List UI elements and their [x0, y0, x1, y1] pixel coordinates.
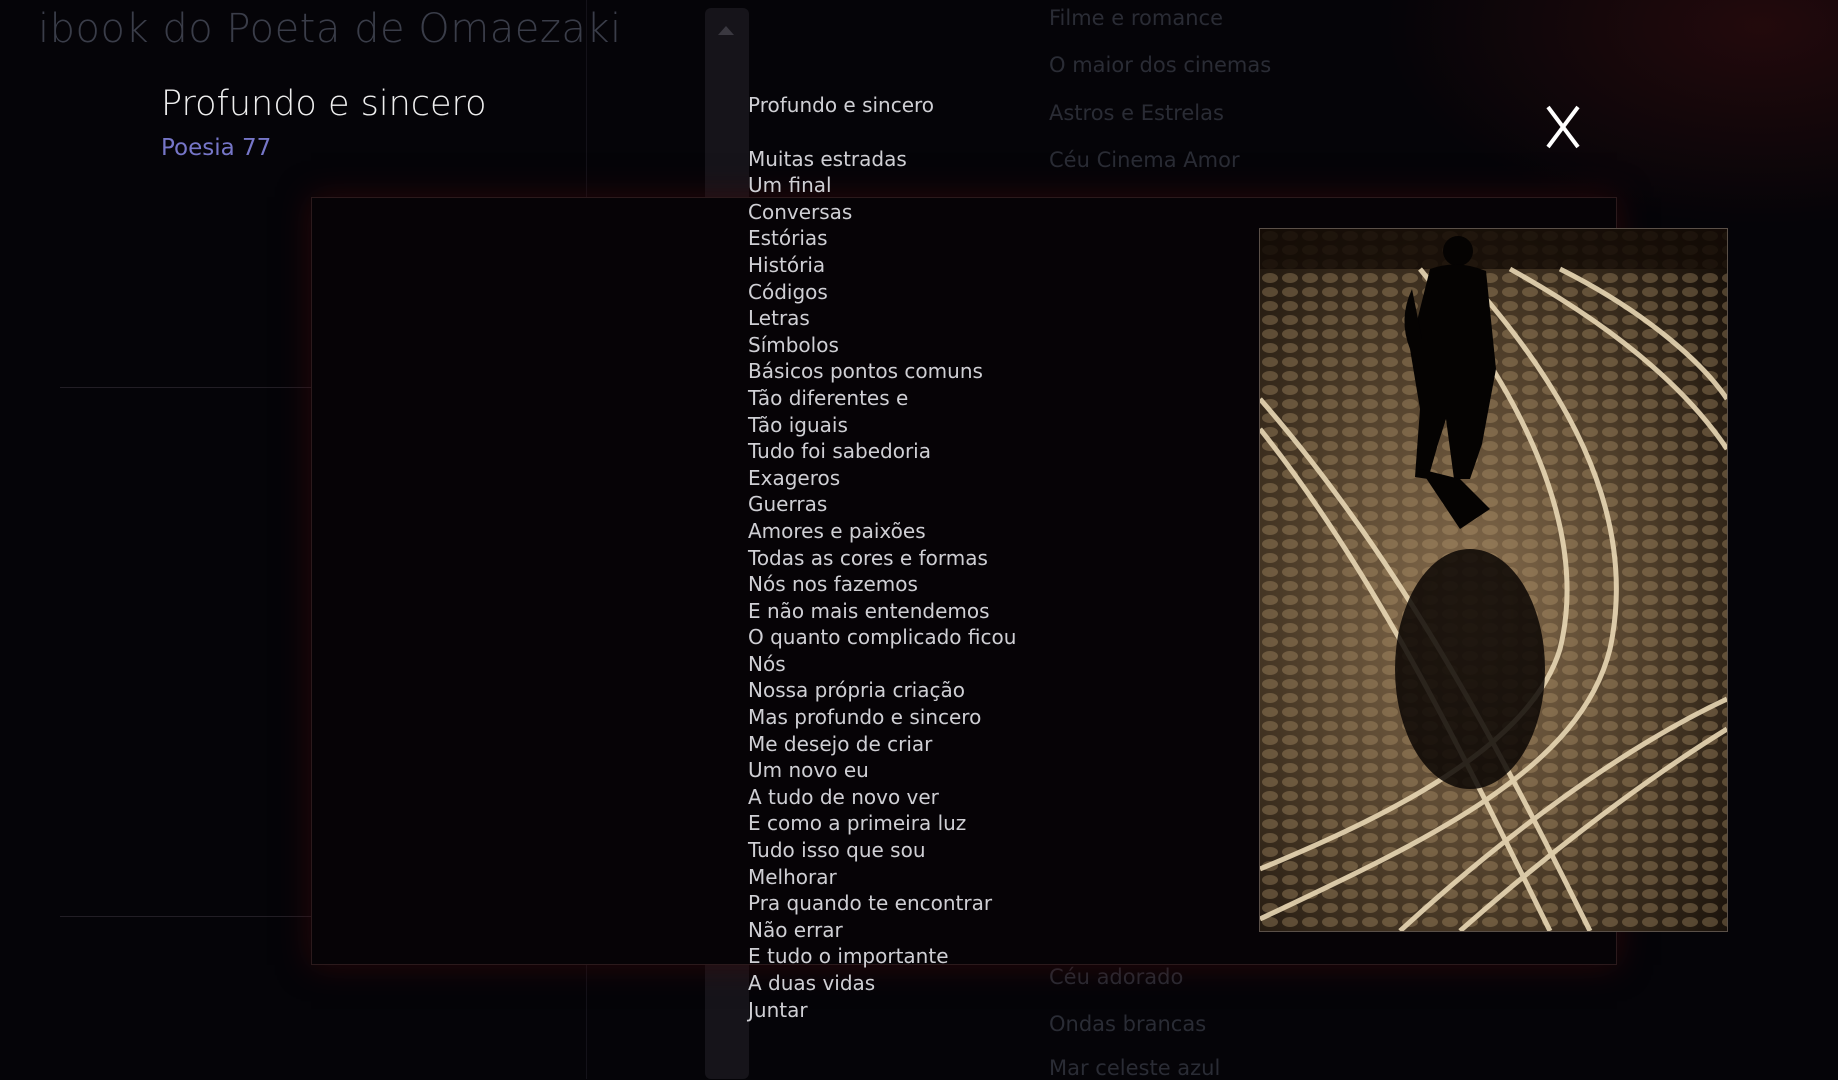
poem-text: Profundo e sincero Muitas estradas Um fin… [748, 92, 1016, 1023]
menu-item[interactable]: Céu Cinema Amor [1049, 148, 1240, 172]
poem-line: Códigos [748, 279, 828, 304]
poem-heading: Profundo e sincero [748, 93, 935, 117]
poem-line: História [748, 252, 826, 277]
poem-line: Estórias [748, 226, 828, 251]
poem-line: A duas vidas [748, 971, 876, 995]
poem-line: Muitas estradas [748, 146, 907, 171]
photo-silhouette-tram-tracks-icon [1260, 229, 1727, 931]
poem-line: Amores e paixões [748, 518, 926, 543]
scroll-up-arrow-icon[interactable] [718, 26, 734, 35]
poem-line: Tudo isso que sou [748, 838, 926, 863]
poem-line: Letras [748, 306, 810, 331]
poem-line: Me desejo de criar [748, 731, 933, 756]
poem-line: O quanto complicado ficou [748, 625, 1017, 650]
menu-item[interactable]: Ondas brancas [1049, 1012, 1206, 1036]
close-button[interactable] [1544, 104, 1582, 150]
poem-line: Tudo foi sabedoria [748, 439, 931, 464]
poem-line: Um novo eu [748, 758, 869, 783]
poem-line: Nossa própria criação [748, 678, 965, 703]
poem-line: E não mais entendemos [748, 598, 990, 623]
menu-item[interactable]: O maior dos cinemas [1049, 53, 1271, 77]
app-title: ibook do Poeta de Omaezaki [38, 6, 622, 52]
poem-line: Nós [748, 651, 786, 676]
poem-lines: Muitas estradas Um final Conversas Estórias… [748, 146, 1016, 1024]
poem-title: Profundo e sincero [161, 84, 487, 124]
poem-line: A tudo de novo ver [748, 784, 939, 809]
poem-line: Não errar [748, 917, 843, 942]
menu-item[interactable]: Céu adorado [1049, 965, 1183, 989]
poem-line: Nós nos fazemos [748, 572, 918, 597]
poem-line: Símbolos [748, 332, 839, 357]
poem-subtitle[interactable]: Poesia 77 [161, 135, 271, 161]
poem-line: Mas profundo e sincero [748, 705, 982, 730]
poem-line: Exageros [748, 465, 841, 490]
close-icon[interactable] [1544, 104, 1582, 150]
menu-item[interactable]: Astros e Estrelas [1049, 101, 1224, 125]
menu-item[interactable]: Filme e romance [1049, 6, 1223, 30]
poem-line: Um final [748, 173, 832, 198]
poem-line: Pra quando te encontrar [748, 891, 993, 916]
poem-line: Melhorar [748, 864, 837, 889]
menu-item[interactable]: Mar celeste azul [1049, 1056, 1220, 1080]
poem-line: Todas as cores e formas [748, 545, 988, 570]
poem-line: Tão diferentes e [748, 385, 909, 410]
poem-line: Guerras [748, 492, 828, 517]
poem-photo [1259, 228, 1728, 932]
poem-line: Básicos pontos comuns [748, 359, 983, 384]
poem-line: Juntar [748, 997, 808, 1022]
poem-line: Tão iguais [748, 412, 848, 437]
poem-line: E tudo o importante [748, 944, 949, 969]
poem-line: E como a primeira luz [748, 811, 967, 836]
poem-line: Conversas [748, 199, 853, 224]
